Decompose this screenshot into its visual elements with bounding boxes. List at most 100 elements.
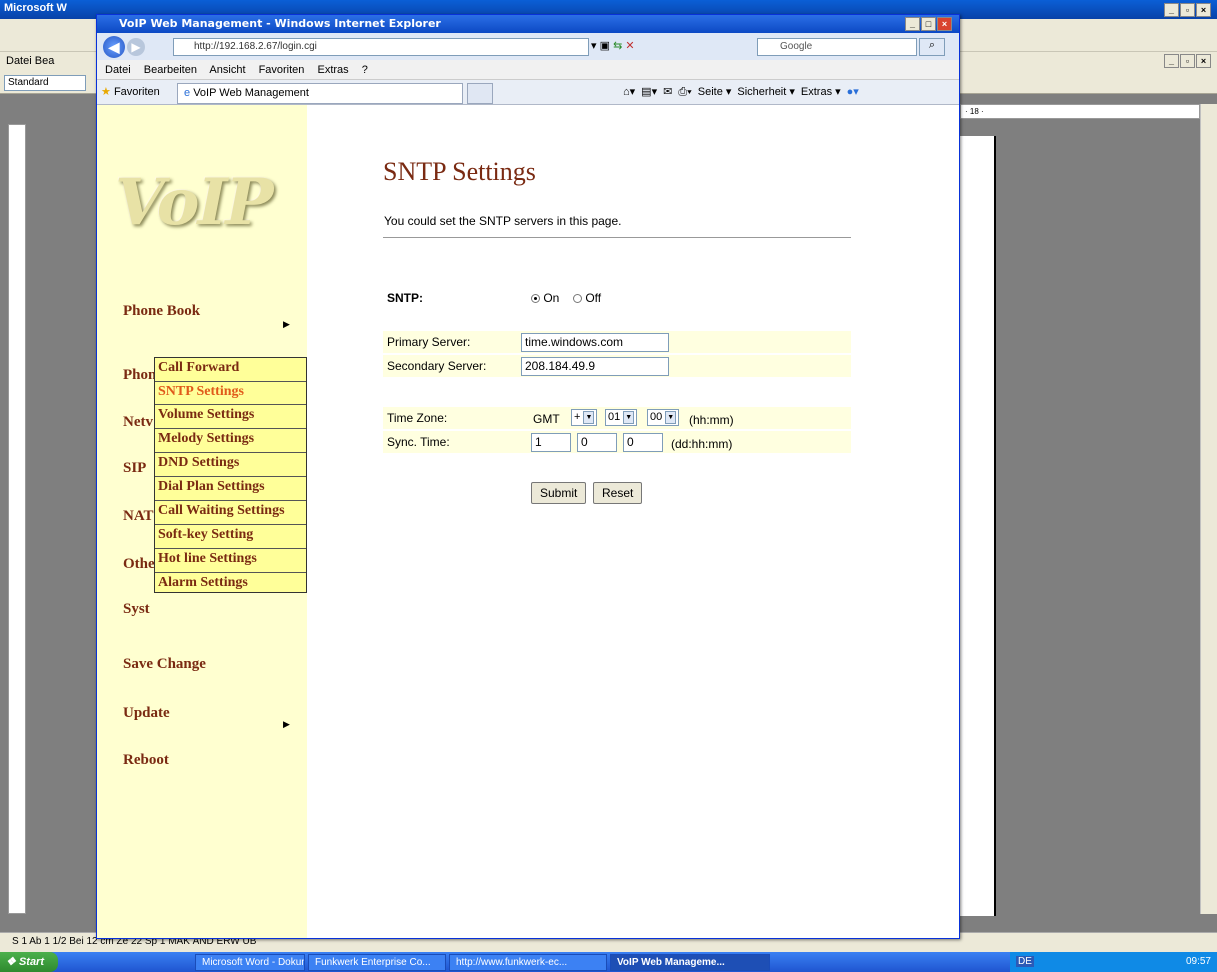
sync-minutes-input[interactable]: 0 bbox=[623, 433, 663, 452]
chevron-down-icon: ▼ bbox=[623, 411, 635, 424]
submenu-soft-key-setting[interactable]: Soft-key Setting bbox=[155, 525, 306, 549]
tab-voip[interactable]: e VoIP Web Management bbox=[177, 83, 463, 104]
language-indicator[interactable]: DE bbox=[1016, 956, 1034, 967]
command-bar: ⌂▾ ▤▾ ✉ ⎙▾ Seite ▾ Sicherheit ▾ Extras ▾ ●▾ bbox=[617, 85, 859, 99]
word-doc-controls[interactable]: _ ▫ × bbox=[1164, 54, 1211, 68]
nav-sip[interactable]: SIP bbox=[123, 460, 146, 477]
tz-hours-select[interactable]: 01 ▼ bbox=[605, 409, 638, 426]
sidebar: VoIP Phone Book ▶ Phon Netv SIP NAT Othe… bbox=[97, 105, 307, 938]
restore-icon[interactable]: ▫ bbox=[1180, 54, 1195, 68]
nav-system-auth[interactable]: Syst bbox=[123, 601, 150, 618]
menu-bearbeiten[interactable]: Bearbeiten bbox=[144, 64, 197, 76]
primary-server-label: Primary Server: bbox=[387, 335, 471, 349]
forward-button[interactable]: ▶ bbox=[127, 38, 145, 56]
radio-on[interactable] bbox=[531, 294, 540, 304]
submenu-call-waiting-settings[interactable]: Call Waiting Settings bbox=[155, 501, 306, 525]
minimize-icon[interactable]: _ bbox=[1164, 54, 1179, 68]
taskbar: ❖ Start Microsoft Word - Dokum... Funkwe… bbox=[0, 952, 1217, 972]
minimize-icon[interactable]: _ bbox=[1164, 3, 1179, 17]
ie-navigation-bar: ◀ ▶ http://192.168.2.67/login.cgi ▾ ▣ ⇆ … bbox=[97, 33, 959, 60]
tz-minutes-select[interactable]: 00 ▼ bbox=[647, 409, 680, 426]
sntp-off-option[interactable]: Off bbox=[573, 291, 601, 305]
style-select[interactable]: Standard bbox=[4, 75, 86, 91]
task-voip[interactable]: VoIP Web Manageme... bbox=[610, 954, 770, 971]
nav-save-change[interactable]: Save Change bbox=[123, 656, 206, 673]
back-button[interactable]: ◀ bbox=[103, 36, 125, 58]
secondary-server-input[interactable]: 208.184.49.9 bbox=[521, 357, 669, 376]
restore-icon[interactable]: ▫ bbox=[1180, 3, 1195, 17]
menu-ansicht[interactable]: Ansicht bbox=[209, 64, 245, 76]
sync-time-row: Sync. Time: 1 0 0 (dd:hh:mm) bbox=[383, 431, 851, 453]
nav-phone-setting[interactable]: Phon bbox=[123, 367, 156, 384]
submit-button[interactable]: Submit bbox=[531, 482, 587, 504]
nav-reboot[interactable]: Reboot bbox=[123, 752, 169, 769]
windows-logo-icon: ❖ bbox=[6, 956, 16, 968]
chevron-right-icon: ▶ bbox=[283, 719, 290, 729]
title-divider bbox=[383, 237, 851, 238]
cmd-extras[interactable]: Extras ▾ bbox=[801, 86, 841, 98]
nav-nat[interactable]: NAT bbox=[123, 508, 154, 525]
menu-datei[interactable]: Datei bbox=[105, 64, 131, 76]
word-window-controls[interactable]: _ ▫ × bbox=[1164, 3, 1211, 17]
feeds-icon[interactable]: ▤▾ bbox=[641, 86, 657, 98]
menu-extras[interactable]: Extras bbox=[317, 64, 348, 76]
close-icon[interactable]: × bbox=[937, 17, 952, 31]
refresh-icon[interactable]: ⇆ bbox=[613, 40, 622, 52]
submenu-call-forward[interactable]: Call Forward bbox=[155, 358, 306, 382]
horizontal-ruler: · 18 · bbox=[960, 104, 1200, 119]
nav-update[interactable]: Update bbox=[123, 705, 170, 722]
submenu-dnd-settings[interactable]: DND Settings bbox=[155, 453, 306, 477]
compat-icon[interactable]: ▣ bbox=[600, 40, 610, 52]
reset-button[interactable]: Reset bbox=[593, 482, 643, 504]
favorites-button[interactable]: ★ Favoriten bbox=[101, 85, 160, 98]
help-icon[interactable]: ●▾ bbox=[847, 86, 859, 98]
nav-phone-book[interactable]: Phone Book bbox=[123, 303, 200, 320]
time-zone-row: Time Zone: GMT + ▼ 01 ▼ 00 ▼ (hh:mm) bbox=[383, 407, 851, 429]
task-funkwerk-web[interactable]: http://www.funkwerk-ec... bbox=[449, 954, 607, 971]
submenu-hot-line-settings[interactable]: Hot line Settings bbox=[155, 549, 306, 573]
task-funkwerk[interactable]: Funkwerk Enterprise Co... bbox=[308, 954, 446, 971]
menu-help[interactable]: ? bbox=[362, 64, 368, 76]
tz-sign-select[interactable]: + ▼ bbox=[571, 409, 598, 426]
primary-server-input[interactable]: time.windows.com bbox=[521, 333, 669, 352]
sntp-on-option[interactable]: On bbox=[531, 291, 559, 305]
new-tab-button[interactable] bbox=[467, 83, 493, 104]
close-icon[interactable]: × bbox=[1196, 54, 1211, 68]
submenu-alarm-settings[interactable]: Alarm Settings bbox=[155, 573, 306, 593]
start-button[interactable]: ❖ Start bbox=[0, 952, 58, 972]
ie-window-controls[interactable]: _ □ × bbox=[905, 17, 952, 31]
submenu-dial-plan-settings[interactable]: Dial Plan Settings bbox=[155, 477, 306, 501]
search-icon[interactable]: ⌕ bbox=[919, 38, 945, 56]
cmd-sicherheit[interactable]: Sicherheit ▾ bbox=[737, 86, 795, 98]
maximize-icon[interactable]: □ bbox=[921, 17, 936, 31]
cmd-seite[interactable]: Seite ▾ bbox=[698, 86, 732, 98]
phone-setting-submenu: Call Forward SNTP Settings Volume Settin… bbox=[154, 357, 307, 593]
tz-hint: (hh:mm) bbox=[689, 413, 734, 427]
chevron-down-icon: ▼ bbox=[665, 411, 677, 424]
home-icon[interactable]: ⌂▾ bbox=[623, 86, 635, 98]
mail-icon[interactable]: ✉ bbox=[663, 86, 672, 98]
vertical-ruler bbox=[8, 124, 26, 914]
menu-favoriten[interactable]: Favoriten bbox=[259, 64, 305, 76]
sync-hours-input[interactable]: 0 bbox=[577, 433, 617, 452]
address-bar[interactable]: http://192.168.2.67/login.cgi bbox=[173, 38, 589, 56]
submenu-sntp-settings[interactable]: SNTP Settings bbox=[155, 382, 306, 405]
print-icon[interactable]: ⎙▾ bbox=[678, 86, 691, 98]
sync-days-input[interactable]: 1 bbox=[531, 433, 571, 452]
word-scrollbar[interactable] bbox=[1200, 104, 1217, 914]
submenu-melody-settings[interactable]: Melody Settings bbox=[155, 429, 306, 453]
search-input[interactable]: Google bbox=[757, 38, 917, 56]
stop-icon[interactable]: ✕ bbox=[625, 40, 634, 52]
tab-label: VoIP Web Management bbox=[193, 87, 309, 99]
word-document-page[interactable] bbox=[960, 136, 996, 916]
close-icon[interactable]: × bbox=[1196, 3, 1211, 17]
task-word[interactable]: Microsoft Word - Dokum... bbox=[195, 954, 305, 971]
dropdown-icon[interactable]: ▾ bbox=[591, 40, 597, 52]
nav-others[interactable]: Othe bbox=[123, 556, 155, 573]
ie-window: VoIP Web Management - Windows Internet E… bbox=[96, 14, 960, 939]
submenu-volume-settings[interactable]: Volume Settings bbox=[155, 405, 306, 429]
nav-network[interactable]: Netv bbox=[123, 414, 153, 431]
word-menu-partial[interactable]: Datei Bea bbox=[6, 55, 54, 67]
radio-off[interactable] bbox=[573, 294, 582, 304]
minimize-icon[interactable]: _ bbox=[905, 17, 920, 31]
